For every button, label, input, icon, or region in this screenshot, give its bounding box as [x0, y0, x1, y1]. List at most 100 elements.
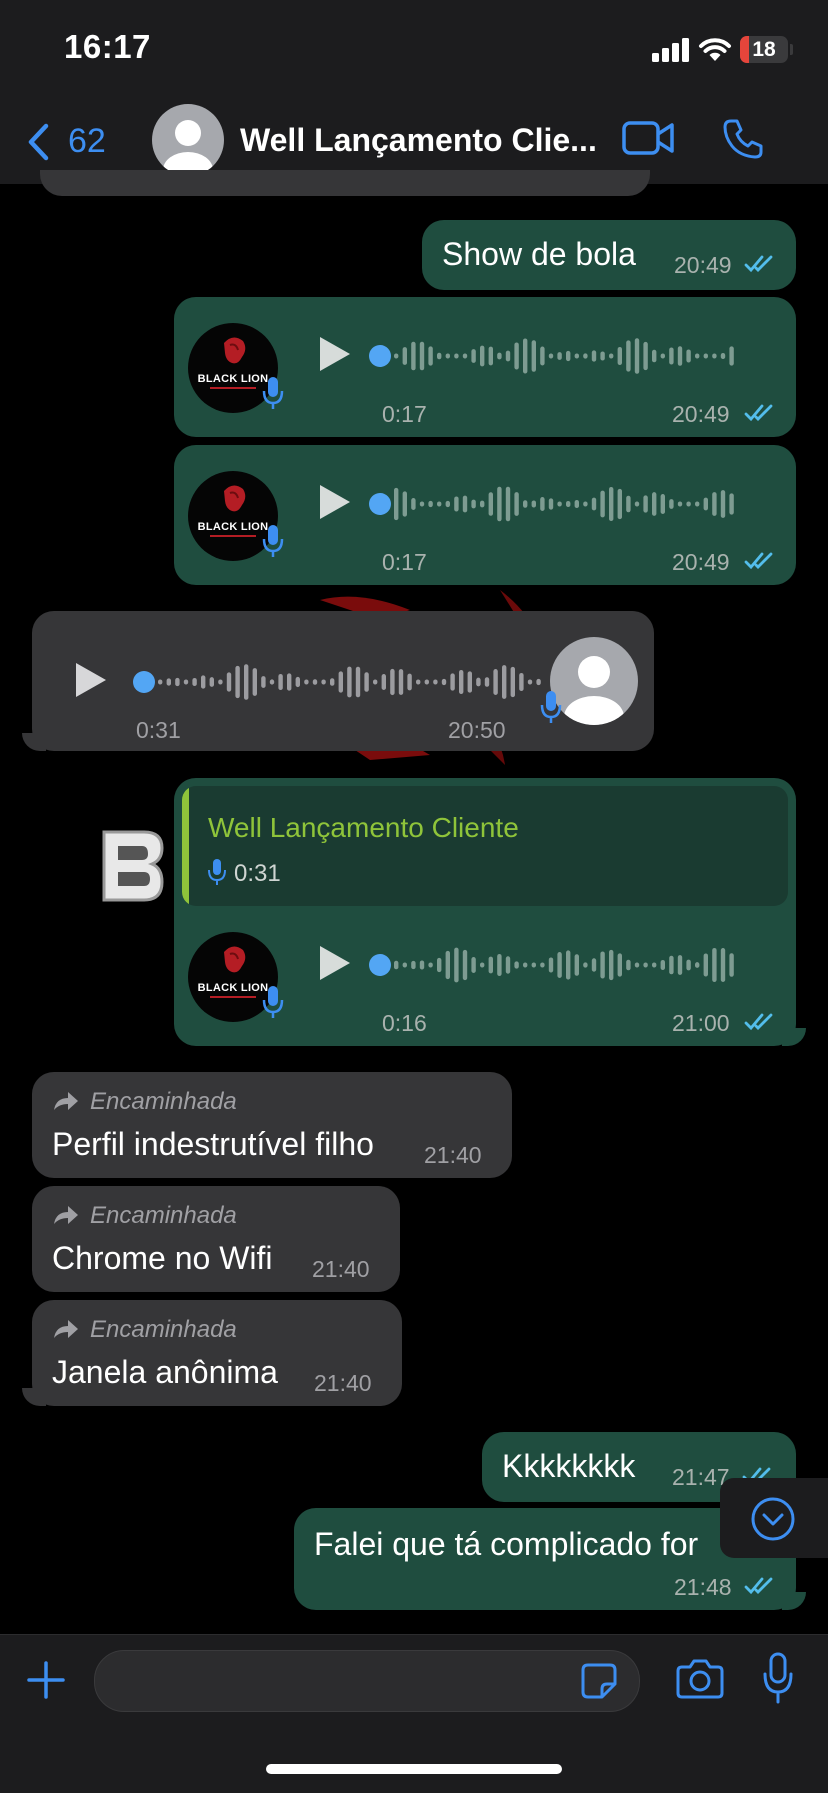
- waveform-bar: [720, 948, 726, 982]
- waveform-bar: [402, 347, 407, 365]
- waveform-bar: [643, 341, 648, 371]
- waveform-bar: [574, 499, 579, 509]
- waveform-bar: [510, 666, 515, 698]
- message-text: Chrome no Wifi: [52, 1240, 273, 1276]
- waveform-bar: [261, 676, 266, 688]
- waveform-bar: [433, 679, 438, 685]
- battery-tip: [790, 44, 793, 55]
- waveform-bar: [445, 353, 450, 359]
- audio-message-outgoing[interactable]: BLACK LION 0:17 20:49: [174, 297, 796, 437]
- contact-avatar[interactable]: [152, 104, 224, 176]
- play-icon[interactable]: [318, 335, 352, 373]
- audio-message-incoming[interactable]: 0:31 20:50: [32, 611, 654, 751]
- quoted-message[interactable]: Well Lançamento Cliente 0:31: [182, 786, 788, 906]
- waveform-bar: [557, 501, 562, 507]
- playback-position-handle[interactable]: [369, 345, 391, 367]
- unread-count[interactable]: 62: [68, 122, 106, 161]
- waveform-bar: [703, 353, 708, 359]
- waveform-bar: [471, 349, 476, 363]
- audio-duration: 0:17: [382, 401, 427, 427]
- waveform-bar: [497, 954, 502, 976]
- waveform-bar: [557, 952, 562, 978]
- waveform-bar: [450, 673, 455, 691]
- waveform-bar: [462, 495, 468, 513]
- sticker-icon[interactable]: [580, 1662, 618, 1700]
- forwarded-message[interactable]: Encaminhada Chrome no Wifi 21:40: [32, 1186, 400, 1292]
- waveform-bar: [497, 352, 502, 360]
- play-icon[interactable]: [318, 483, 352, 521]
- plus-icon[interactable]: [26, 1660, 66, 1700]
- message-text: Janela anônima: [52, 1354, 278, 1390]
- audio-reply-outgoing[interactable]: Well Lançamento Cliente 0:31 BLACK LION …: [174, 778, 796, 1046]
- audio-waveform[interactable]: [368, 944, 748, 986]
- home-indicator: [266, 1764, 562, 1774]
- play-icon[interactable]: [318, 944, 352, 982]
- waveform-bar: [505, 350, 511, 362]
- waveform-bar: [703, 953, 708, 977]
- waveform-bar: [540, 497, 545, 511]
- waveform-bar: [462, 353, 468, 359]
- forwarded-message[interactable]: Encaminhada Perfil indestrutível filho 2…: [32, 1072, 512, 1178]
- waveform-bar: [566, 950, 571, 980]
- playback-position-handle[interactable]: [133, 671, 155, 693]
- waveform-bar: [411, 498, 416, 510]
- waveform-bar: [677, 501, 683, 507]
- audio-waveform[interactable]: [368, 335, 748, 377]
- contact-name[interactable]: Well Lançamento Clie...: [240, 122, 597, 159]
- waveform-bar: [695, 353, 700, 359]
- waveform-bar: [617, 953, 622, 977]
- play-icon[interactable]: [74, 661, 108, 699]
- message-text: Perfil indestrutível filho: [52, 1126, 374, 1162]
- audio-duration: 0:31: [136, 717, 181, 743]
- waveform-bar: [218, 679, 223, 685]
- waveform-bar: [729, 346, 734, 366]
- video-call-icon[interactable]: [622, 120, 674, 156]
- audio-waveform[interactable]: [132, 661, 552, 703]
- waveform-bar: [476, 677, 481, 687]
- waveform-bar: [462, 949, 468, 981]
- forward-arrow-icon: [54, 1092, 78, 1110]
- scroll-down-button[interactable]: [720, 1478, 828, 1558]
- forwarded-message[interactable]: Encaminhada Janela anônima 21:40: [32, 1300, 402, 1406]
- waveform-bar: [454, 496, 459, 512]
- waveform-bar: [175, 677, 180, 687]
- waveform-bar: [591, 497, 597, 511]
- message-time: 20:49: [674, 252, 732, 278]
- waveform-bar: [527, 679, 533, 685]
- waveform-bar: [484, 677, 490, 687]
- camera-icon[interactable]: [676, 1658, 724, 1700]
- audio-waveform[interactable]: [368, 483, 748, 525]
- waveform-bar: [158, 679, 163, 685]
- waveform-bar: [278, 673, 283, 691]
- playback-position-handle[interactable]: [369, 954, 391, 976]
- microphone-icon[interactable]: [762, 1652, 794, 1704]
- waveform-bar: [523, 962, 528, 968]
- waveform-bar: [626, 959, 631, 971]
- waveform-bar: [488, 492, 493, 516]
- waveform-bar: [394, 487, 399, 521]
- b-logo-icon: [102, 830, 164, 902]
- waveform-bar: [394, 960, 399, 970]
- waveform-bar: [729, 493, 734, 515]
- forwarded-label: Encaminhada: [90, 1316, 237, 1343]
- waveform-bar: [609, 486, 614, 522]
- microphone-icon: [262, 377, 284, 409]
- audio-message-outgoing[interactable]: BLACK LION 0:17 20:49: [174, 445, 796, 585]
- waveform-bar: [287, 673, 292, 691]
- waveform-bar: [428, 962, 433, 968]
- waveform-bar: [502, 665, 507, 699]
- waveform-bar: [519, 672, 524, 692]
- message-bubble-outgoing[interactable]: Show de bola 20:49: [422, 220, 796, 290]
- playback-position-handle[interactable]: [369, 493, 391, 515]
- waveform-bar: [531, 500, 536, 508]
- phone-icon[interactable]: [722, 118, 764, 160]
- battery-level: 18: [752, 38, 776, 61]
- status-time: 16:17: [64, 28, 151, 65]
- waveform-bar: [523, 338, 528, 374]
- message-time: 21:40: [424, 1142, 482, 1168]
- back-chevron-icon[interactable]: [26, 122, 50, 162]
- signal-icon: [652, 38, 689, 62]
- waveform-bar: [330, 678, 335, 686]
- waveform-bar: [467, 671, 472, 693]
- message-input[interactable]: [94, 1650, 640, 1712]
